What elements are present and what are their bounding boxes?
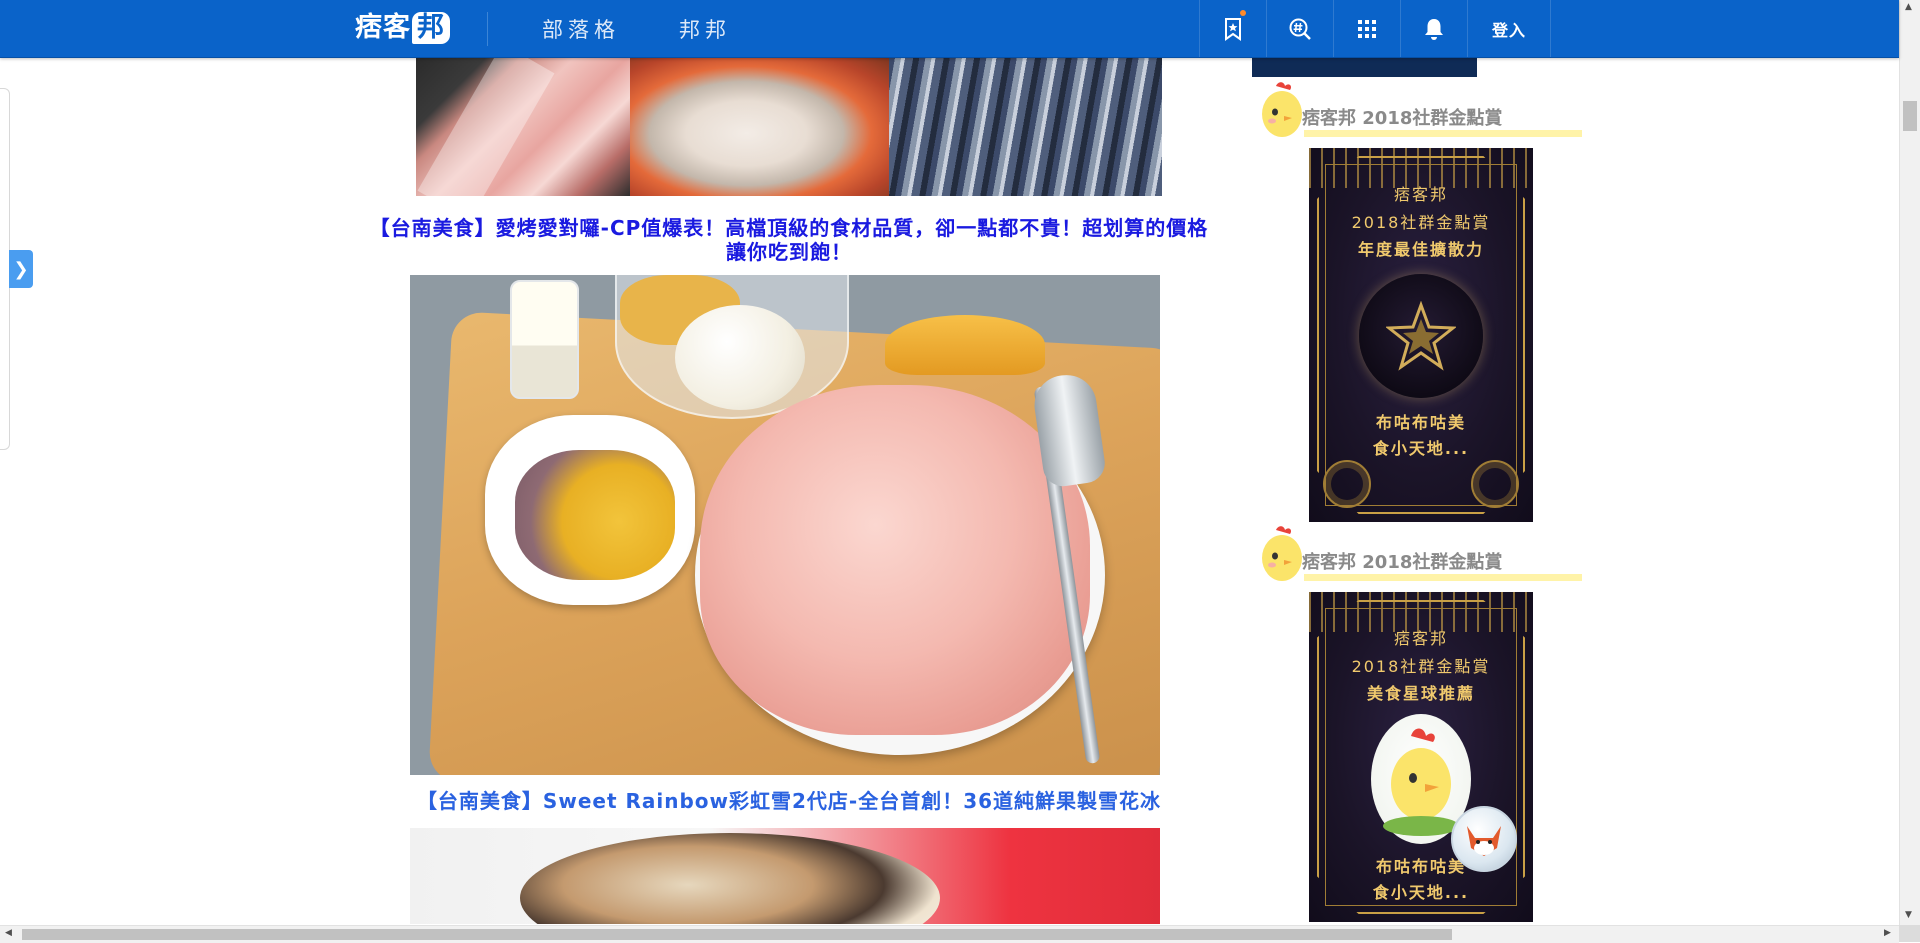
award-event: 2018社群金點賞 xyxy=(1351,213,1491,232)
notifications-button[interactable] xyxy=(1400,0,1467,57)
chick-mascot-icon xyxy=(1262,526,1302,581)
nav-link-bangbang[interactable]: 邦邦 xyxy=(679,14,731,44)
apps-button[interactable] xyxy=(1333,0,1400,57)
side-panel-toggle[interactable]: ❯ xyxy=(9,250,33,288)
award-widget-heading: 痞客邦 2018社群金點賞 xyxy=(1252,80,1582,140)
award-badge-food-planet[interactable]: 痞客邦 2018社群金點賞 美食星球推薦 布咕布咕美 食小天地... xyxy=(1309,592,1533,922)
award-category: 年度最佳擴散力 xyxy=(1357,240,1484,259)
scroll-down-arrow-icon[interactable]: ▼ xyxy=(1905,910,1912,920)
post-image-noodles[interactable] xyxy=(410,828,1160,924)
tag-search-button[interactable] xyxy=(1266,0,1333,57)
logo-text: 痞客 xyxy=(355,12,411,43)
sidebar-banner[interactable] xyxy=(1252,57,1477,77)
pineapple-slice xyxy=(885,315,1045,375)
bookmark-button[interactable] xyxy=(1199,0,1266,57)
heading-underline xyxy=(1304,130,1582,137)
thumbnail-pork-slices xyxy=(416,57,630,196)
horizontal-scrollbar[interactable]: ◀ ▶ xyxy=(0,925,1899,943)
milk-shot-glass xyxy=(510,280,579,399)
login-label: 登入 xyxy=(1491,20,1526,40)
post-image-shaved-ice[interactable] xyxy=(410,275,1160,775)
pixnet-logo[interactable]: 痞客邦 xyxy=(355,10,450,46)
thumbnail-grilled-fish xyxy=(630,57,889,196)
post-thumbnail-strip[interactable] xyxy=(416,57,1162,196)
corner-ornament xyxy=(1323,460,1371,508)
pink-shaved-ice xyxy=(700,385,1090,735)
award-badge-best-spread[interactable]: 痞客邦 2018社群金點賞 年度最佳擴散力 布咕布咕美 食小天地... xyxy=(1309,148,1533,522)
scroll-right-arrow-icon[interactable]: ▶ xyxy=(1884,928,1891,938)
floating-mascot-button[interactable] xyxy=(1451,806,1517,872)
nav-link-blog[interactable]: 部落格 xyxy=(542,14,620,44)
fruit-and-taro xyxy=(515,450,675,580)
scrollbar-corner xyxy=(1899,925,1920,942)
vertical-scroll-thumb[interactable] xyxy=(1903,101,1917,131)
bell-icon xyxy=(1425,18,1443,40)
chick-mascot-icon xyxy=(1262,82,1302,137)
award-category: 美食星球推薦 xyxy=(1366,684,1475,703)
post-title-link[interactable]: 【台南美食】愛烤愛對囉-CP值爆表！高檔頂級的食材品質，卻一點都不貴！超划算的價… xyxy=(366,216,1212,264)
award-blog-name-line2: 食小天地... xyxy=(1372,883,1470,902)
fox-mascot-icon xyxy=(1467,826,1501,856)
award-event: 2018社群金點賞 xyxy=(1351,657,1491,676)
chevron-right-icon: ❯ xyxy=(13,258,29,280)
thumbnail-shrimp xyxy=(889,57,1162,196)
post-title-link[interactable]: 【台南美食】Sweet Rainbow彩虹雪2代店-全台首創！36道純鮮果製雪花… xyxy=(366,789,1212,813)
award-brand: 痞客邦 xyxy=(1393,629,1448,648)
apps-grid-icon xyxy=(1358,19,1376,38)
corner-ornament xyxy=(1471,460,1519,508)
top-navigation-bar: 痞客邦 部落格 邦邦 登入 xyxy=(0,0,1899,58)
award-heading-text: 痞客邦 2018社群金點賞 xyxy=(1302,108,1503,129)
ice-cream-scoop xyxy=(675,305,805,410)
hashtag-search-icon xyxy=(1289,18,1311,40)
logo-mark: 邦 xyxy=(412,12,450,44)
award-brand: 痞客邦 xyxy=(1393,185,1448,204)
award-heading-text: 痞客邦 2018社群金點賞 xyxy=(1302,552,1503,573)
notification-dot xyxy=(1240,10,1246,16)
nav-divider xyxy=(487,12,488,46)
scroll-up-arrow-icon[interactable]: ▲ xyxy=(1905,2,1912,12)
award-blog-name-line2: 食小天地... xyxy=(1372,439,1470,458)
scroll-left-arrow-icon[interactable]: ◀ xyxy=(5,928,12,938)
horizontal-scroll-thumb[interactable] xyxy=(22,929,1452,940)
award-widget-heading: 痞客邦 2018社群金點賞 xyxy=(1252,524,1582,584)
star-medal xyxy=(1359,274,1483,398)
login-button[interactable]: 登入 xyxy=(1467,0,1551,57)
vertical-scrollbar[interactable]: ▲ ▼ xyxy=(1899,0,1920,925)
heading-underline xyxy=(1304,574,1582,581)
award-blog-name-line1: 布咕布咕美 xyxy=(1375,413,1466,432)
bookmark-star-icon xyxy=(1225,17,1241,41)
star-icon xyxy=(1386,301,1456,371)
